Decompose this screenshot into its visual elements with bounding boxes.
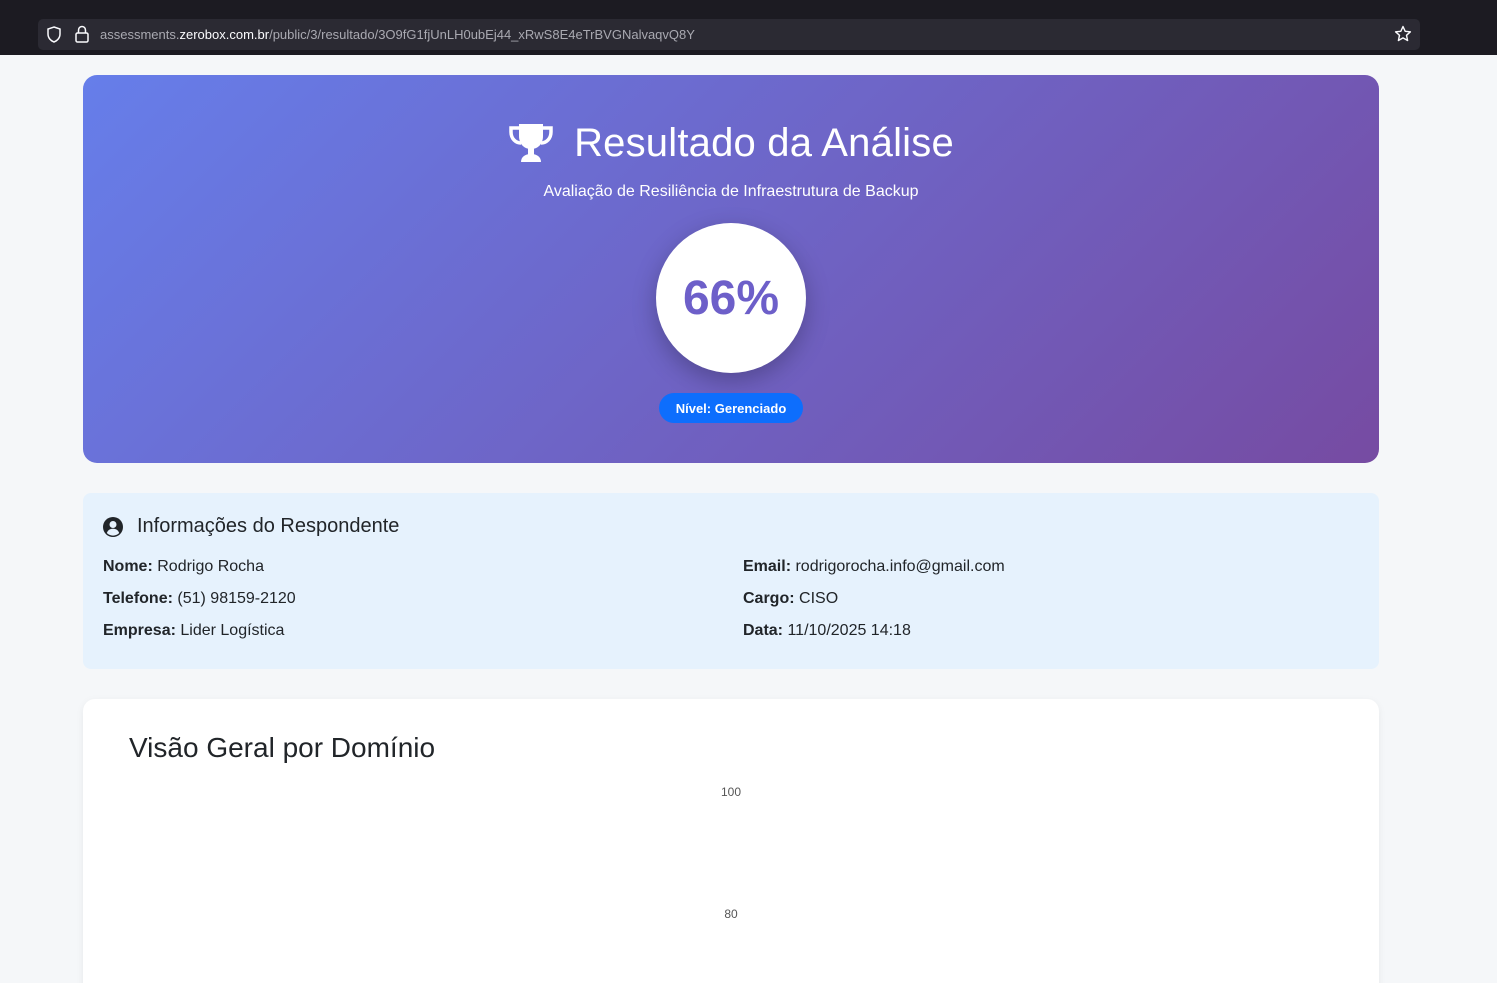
field-company-value: Lider Logística [180,622,285,639]
field-email: Email: rodrigorocha.info@gmail.com [743,558,1005,576]
domain-radar-chart: 100 80 [721,785,741,921]
field-email-value: rodrigorocha.info@gmail.com [795,558,1005,575]
url-text[interactable]: assessments.zerobox.com.br/public/3/resu… [100,27,695,42]
respondent-info-title: Informações do Respondente [137,515,400,537]
field-phone: Telefone: (51) 98159-2120 [103,590,296,608]
hero-title-row: Resultado da Análise [83,118,1379,168]
url-prefix: assessments. [100,27,180,42]
address-bar[interactable]: assessments.zerobox.com.br/public/3/resu… [38,19,1420,50]
url-path: /public/3/resultado/3O9fG1fjUnLH0ubEj44_… [269,27,695,42]
field-company: Empresa: Lider Logística [103,622,284,640]
trophy-icon [509,124,553,162]
field-date-value: 11/10/2025 14:18 [787,622,911,639]
field-name-label: Nome: [103,558,153,575]
field-name: Nome: Rodrigo Rocha [103,558,264,576]
field-role-value: CISO [799,590,839,607]
field-email-label: Email: [743,558,792,575]
field-role: Cargo: CISO [743,590,838,608]
page-title: Resultado da Análise [574,120,954,165]
field-phone-label: Telefone: [103,590,173,607]
score-circle: 66% [656,223,806,373]
field-date: Data: 11/10/2025 14:18 [743,622,911,640]
respondent-info-header: Informações do Respondente [103,515,399,538]
shield-icon[interactable] [46,26,62,43]
user-circle-icon [103,516,123,537]
radar-tick-label: 80 [724,907,738,921]
page-subtitle: Avaliação de Resiliência de Infraestrutu… [543,183,919,200]
browser-chrome: assessments.zerobox.com.br/public/3/resu… [0,0,1497,55]
lock-icon[interactable] [74,25,90,43]
radar-tick-label: 100 [721,785,741,799]
field-phone-value: (51) 98159-2120 [177,590,296,607]
field-name-value: Rodrigo Rocha [157,558,264,575]
field-company-label: Empresa: [103,622,176,639]
url-host: zerobox.com.br [179,27,270,42]
result-hero: Resultado da Análise Avaliação de Resili… [83,75,1379,463]
level-badge: Nível: Gerenciado [659,393,803,423]
score-value: 66% [682,271,780,325]
field-date-label: Data: [743,622,784,639]
field-role-label: Cargo: [743,590,795,607]
respondent-info-panel: Informações do Respondente Nome: Rodrigo… [83,493,1379,669]
domain-overview-card: Visão Geral por Domínio 100 80 [83,699,1379,983]
domain-overview-title: Visão Geral por Domínio [129,732,436,763]
bookmark-star-icon[interactable] [1394,25,1412,43]
